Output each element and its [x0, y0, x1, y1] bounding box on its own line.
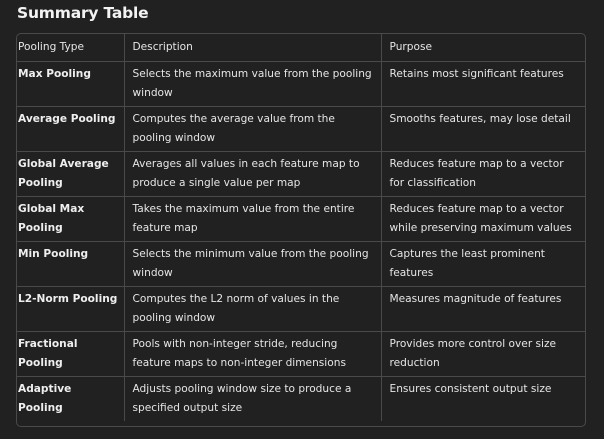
column-header-purpose: Purpose — [380, 34, 585, 62]
table-row: Min Pooling Selects the minimum value fr… — [17, 241, 585, 287]
table-row: Global Average Pooling Averages all valu… — [17, 151, 585, 197]
description-cell: Selects the maximum value from the pooli… — [123, 61, 381, 107]
pooling-type-cell: Global Average Pooling — [17, 151, 124, 197]
description-cell: Takes the maximum value from the entire … — [123, 196, 381, 242]
purpose-cell: Reduces feature map to a vector while pr… — [380, 196, 585, 242]
purpose-cell: Provides more control over size reductio… — [380, 331, 585, 377]
table-row: Fractional Pooling Pools with non-intege… — [17, 331, 585, 377]
purpose-cell: Smooths features, may lose detail — [380, 106, 585, 152]
pooling-type-cell: Global Max Pooling — [17, 196, 124, 242]
description-cell: Pools with non-integer stride, reducing … — [123, 331, 381, 377]
purpose-cell: Retains most significant features — [380, 61, 585, 107]
table-row: Max Pooling Selects the maximum value fr… — [17, 61, 585, 107]
pooling-type-cell: Max Pooling — [17, 61, 124, 107]
description-cell: Averages all values in each feature map … — [123, 151, 381, 197]
description-cell: Computes the average value from the pool… — [123, 106, 381, 152]
description-cell: Adjusts pooling window size to produce a… — [123, 376, 381, 421]
column-header-description: Description — [123, 34, 381, 62]
table-header-row: Pooling Type Description Purpose — [17, 34, 585, 62]
column-header-pooling-type: Pooling Type — [17, 34, 124, 62]
table-row: Adaptive Pooling Adjusts pooling window … — [17, 376, 585, 421]
page-title: Summary Table — [17, 4, 149, 22]
table-row: L2-Norm Pooling Computes the L2 norm of … — [17, 286, 585, 332]
table-row: Average Pooling Computes the average val… — [17, 106, 585, 152]
purpose-cell: Measures magnitude of features — [380, 286, 585, 332]
purpose-cell: Captures the least prominent features — [380, 241, 585, 287]
table-row: Global Max Pooling Takes the maximum val… — [17, 196, 585, 242]
purpose-cell: Reduces feature map to a vector for clas… — [380, 151, 585, 197]
pooling-type-cell: Fractional Pooling — [17, 331, 124, 377]
pooling-type-cell: L2-Norm Pooling — [17, 286, 124, 332]
purpose-cell: Ensures consistent output size — [380, 376, 585, 421]
pooling-type-cell: Min Pooling — [17, 241, 124, 287]
description-cell: Computes the L2 norm of values in the po… — [123, 286, 381, 332]
pooling-type-cell: Average Pooling — [17, 106, 124, 152]
summary-table: Pooling Type Description Purpose Max Poo… — [16, 33, 586, 427]
pooling-type-cell: Adaptive Pooling — [18, 383, 72, 414]
description-cell: Selects the minimum value from the pooli… — [123, 241, 381, 287]
